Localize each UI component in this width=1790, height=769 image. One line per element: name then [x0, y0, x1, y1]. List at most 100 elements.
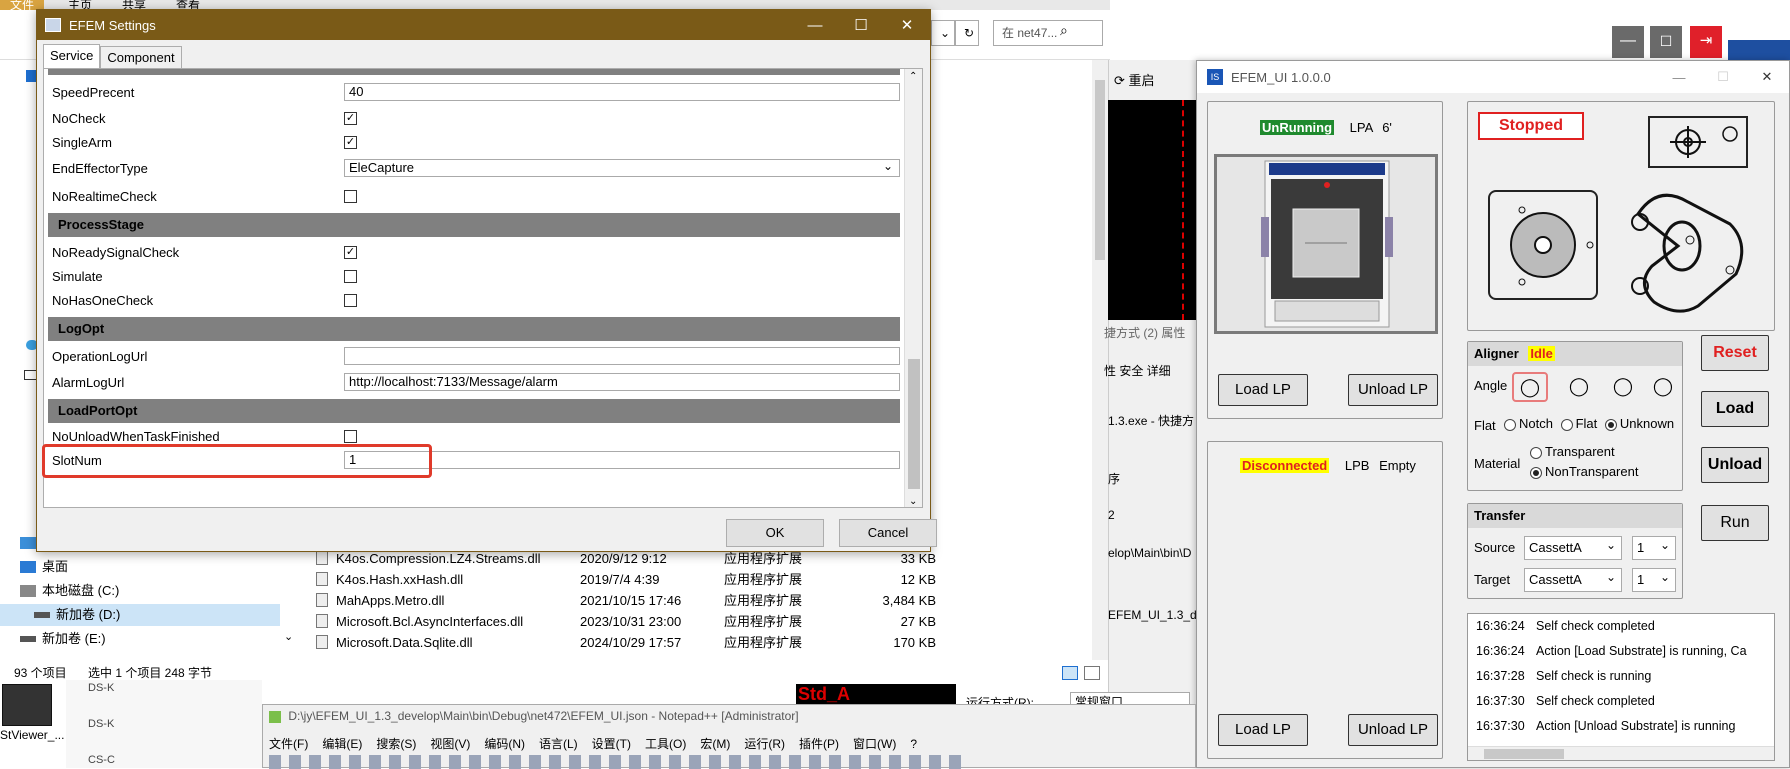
property-checkbox[interactable]: ✓	[344, 246, 357, 259]
source-slot-select[interactable]: 1	[1632, 534, 1676, 560]
property-category[interactable]: ProcessStage	[48, 213, 900, 237]
angle-0-icon[interactable]: ◯	[1512, 372, 1548, 402]
cancel-button[interactable]: Cancel	[839, 519, 937, 547]
property-label: SpeedPrecent	[52, 85, 135, 100]
menu-item[interactable]: 插件(P)	[799, 737, 839, 751]
close-icon[interactable]: ✕	[884, 10, 930, 40]
machine-state: Stopped	[1478, 112, 1584, 140]
menu-item[interactable]: ?	[910, 737, 917, 751]
angle-90-icon[interactable]: ◯	[1564, 372, 1594, 402]
flat-label: Flat	[1474, 418, 1496, 433]
menu-item[interactable]: 工具(O)	[645, 737, 686, 751]
menu-item[interactable]: 编码(N)	[484, 737, 525, 751]
scrollbar-thumb[interactable]	[1095, 80, 1105, 260]
details-view-icon[interactable]	[1062, 666, 1078, 680]
menu-item[interactable]: 视图(V)	[430, 737, 470, 751]
property-checkbox[interactable]: ✓	[344, 112, 357, 125]
load-button[interactable]: Load	[1701, 391, 1769, 427]
large-icons-view-icon[interactable]	[1084, 666, 1100, 680]
load-lp-a-button[interactable]: Load LP	[1218, 374, 1308, 406]
property-input[interactable]: http://localhost:7133/Message/alarm	[344, 373, 900, 391]
efem-ui-titlebar[interactable]: IS EFEM_UI 1.0.0.0 — ☐ ✕	[1197, 61, 1789, 93]
property-checkbox[interactable]	[344, 430, 357, 443]
menu-item[interactable]: 编辑(E)	[322, 737, 362, 751]
flat-unknown-radio[interactable]: Unknown	[1604, 416, 1674, 431]
menu-item[interactable]: 设置(T)	[592, 737, 631, 751]
start-in-field[interactable]: EFEM_UI_1.3_de	[1108, 608, 1203, 622]
property-checkbox[interactable]: ✓	[344, 136, 357, 149]
unload-button[interactable]: Unload	[1701, 447, 1769, 483]
property-checkbox[interactable]	[344, 270, 357, 283]
maximize-icon[interactable]: ☐	[1650, 26, 1682, 58]
property-grid-scrollbar[interactable]: ⌃ ⌄	[904, 69, 922, 507]
scrollbar-thumb[interactable]	[1484, 749, 1564, 759]
menu-item[interactable]: 窗口(W)	[853, 737, 896, 751]
flat-notch-radio[interactable]: Notch	[1504, 416, 1553, 431]
restart-button[interactable]: ⟳ 重启	[1114, 70, 1155, 89]
scrollbar-thumb[interactable]	[908, 359, 920, 489]
property-category[interactable]: LogOpt	[48, 317, 900, 341]
menu-item[interactable]: 搜索(S)	[376, 737, 416, 751]
unload-lp-b-button[interactable]: Unload LP	[1348, 714, 1438, 746]
property-input[interactable]: 40	[344, 83, 900, 101]
scroll-up-icon[interactable]: ⌃	[909, 71, 917, 82]
unload-lp-a-button[interactable]: Unload LP	[1348, 374, 1438, 406]
tab-component[interactable]: Component	[100, 46, 182, 68]
load-lp-b-button[interactable]: Load LP	[1218, 714, 1308, 746]
scroll-down-icon[interactable]: ⌄	[909, 496, 917, 507]
refresh-icon[interactable]: ↻	[955, 20, 979, 46]
property-input[interactable]	[344, 347, 900, 365]
sidebar-item-drive-d[interactable]: 新加卷 (D:)	[0, 604, 280, 626]
close-icon[interactable]: ✕	[1745, 69, 1789, 85]
reset-button[interactable]: Reset	[1701, 335, 1769, 371]
tree-item[interactable]: DS-K	[88, 682, 114, 694]
log-hscrollbar[interactable]	[1468, 746, 1774, 760]
file-row[interactable]: MahApps.Metro.dll 2021/10/15 17:46 应用程序扩…	[316, 590, 936, 611]
flat-flat-radio[interactable]: Flat	[1560, 416, 1597, 431]
property-category[interactable]: LoadPortOpt	[48, 399, 900, 423]
file-row[interactable]: Microsoft.Data.Sqlite.dll 2024/10/29 17:…	[316, 632, 936, 653]
file-row[interactable]: K4os.Hash.xxHash.dll 2019/7/4 4:39 应用程序扩…	[316, 569, 936, 590]
material-nontransparent-radio[interactable]: NonTransparent	[1530, 464, 1638, 479]
minimize-icon[interactable]: —	[1657, 70, 1701, 85]
exit-icon[interactable]: ⇥	[1690, 26, 1722, 58]
tree-item[interactable]: CS-C	[88, 754, 115, 766]
menu-item[interactable]: 宏(M)	[700, 737, 730, 751]
address-dropdown[interactable]: ⌄	[931, 20, 955, 46]
sidebar-item-desktop[interactable]: 桌面	[20, 556, 68, 578]
log-list[interactable]: 16:36:24 Self check completed 16:36:24 Act…	[1467, 613, 1775, 761]
run-button[interactable]: Run	[1701, 505, 1769, 541]
maximize-icon[interactable]: ☐	[1701, 69, 1745, 85]
property-row: SpeedPrecent 40	[48, 81, 900, 105]
stviewer-app-icon[interactable]	[2, 684, 52, 726]
minimize-icon[interactable]: —	[1612, 26, 1644, 58]
explorer-scrollbar[interactable]	[1092, 60, 1108, 660]
material-transparent-radio[interactable]: Transparent	[1530, 444, 1615, 459]
search-icon[interactable]: ⌕	[1060, 22, 1068, 39]
notepad-toolbar[interactable]	[269, 755, 969, 769]
target-select[interactable]: CassettA	[1524, 566, 1622, 592]
sidebar-scroll-down[interactable]: ⌄	[284, 630, 293, 643]
settings-titlebar[interactable]: EFEM Settings — ☐ ✕	[37, 10, 930, 40]
menu-item[interactable]: 语言(L)	[539, 737, 578, 751]
property-checkbox[interactable]	[344, 190, 357, 203]
minimize-icon[interactable]: —	[792, 10, 838, 40]
angle-270-icon[interactable]: ◯	[1648, 372, 1678, 402]
angle-180-icon[interactable]: ◯	[1608, 372, 1638, 402]
tree-item[interactable]: DS-K	[88, 718, 114, 730]
sidebar-item-drive-e[interactable]: 新加卷 (E:)	[20, 628, 106, 650]
properties-tabs[interactable]: 性 安全 详细	[1104, 362, 1171, 379]
menu-item[interactable]: 文件(F)	[269, 737, 308, 751]
source-select[interactable]: CassettA	[1524, 534, 1622, 560]
search-input[interactable]: 在 net47...	[993, 20, 1103, 46]
ok-button[interactable]: OK	[726, 519, 824, 547]
tab-service[interactable]: Service	[43, 44, 101, 68]
maximize-icon[interactable]: ☐	[838, 10, 884, 40]
file-row[interactable]: Microsoft.Bcl.AsyncInterfaces.dll 2023/1…	[316, 611, 936, 632]
target-slot-select[interactable]: 1	[1632, 566, 1676, 592]
sidebar-item-drive-c[interactable]: 本地磁盘 (C:)	[20, 580, 119, 602]
menu-item[interactable]: 运行(R)	[744, 737, 785, 751]
property-dropdown[interactable]: EleCapture	[344, 158, 900, 177]
property-checkbox[interactable]	[344, 294, 357, 307]
target-field[interactable]: elop\Main\bin\D	[1108, 546, 1191, 560]
